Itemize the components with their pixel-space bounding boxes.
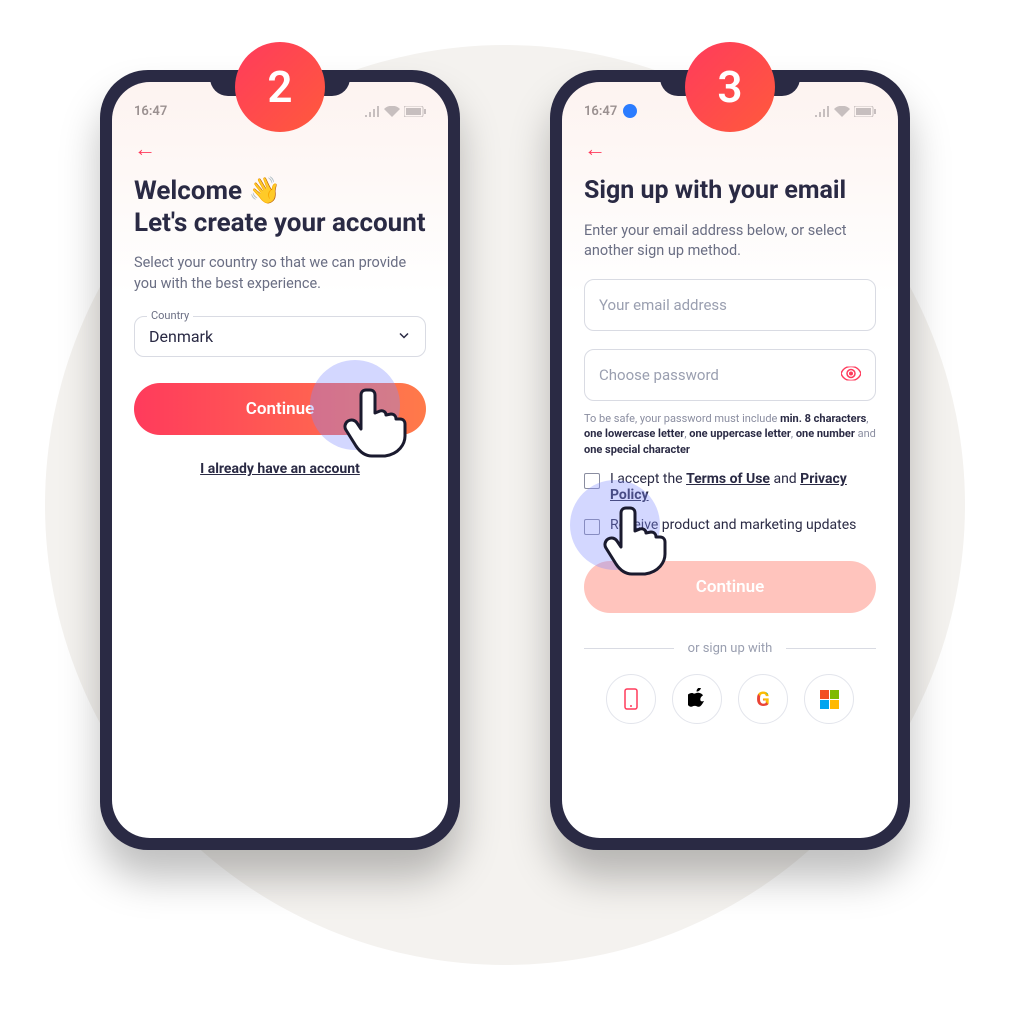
already-have-account-link[interactable]: I already have an account	[134, 461, 426, 477]
signup-google-button[interactable]: G	[738, 674, 788, 724]
status-icons	[814, 106, 876, 117]
status-icons	[364, 106, 426, 117]
chevron-down-icon	[397, 327, 411, 346]
step-badge-3: 3	[685, 42, 775, 132]
back-button[interactable]: ←	[134, 136, 162, 162]
email-placeholder: Your email address	[599, 296, 727, 314]
country-select[interactable]: Country Denmark	[134, 316, 426, 357]
back-button[interactable]: ←	[584, 136, 612, 162]
phone-frame: 16:47 ← Sign up with your email Enter yo…	[550, 70, 910, 850]
phone-step-3: 3 16:47 ← Sign up with your email Enter …	[550, 70, 910, 850]
touch-indicator	[310, 360, 400, 450]
page-subtitle: Select your country so that we can provi…	[134, 253, 426, 294]
microsoft-icon	[820, 690, 839, 709]
password-placeholder: Choose password	[599, 366, 719, 384]
status-time: 16:47	[584, 104, 617, 119]
signup-phone-button[interactable]	[606, 674, 656, 724]
signup-microsoft-button[interactable]	[804, 674, 854, 724]
social-signup-row: G	[584, 674, 876, 724]
step-badge-2: 2	[235, 42, 325, 132]
touch-indicator	[570, 480, 660, 570]
continue-button[interactable]: Continue	[584, 561, 876, 613]
phone-frame: 16:47 ← Welcome 👋 Let's create your acco…	[100, 70, 460, 850]
status-time: 16:47	[134, 104, 167, 119]
show-password-icon[interactable]	[841, 365, 861, 386]
email-input[interactable]: Your email address	[584, 279, 876, 331]
country-value: Denmark	[149, 327, 213, 346]
phone-screen-right: 16:47 ← Sign up with your email Enter yo…	[562, 82, 898, 838]
country-label: Country	[147, 309, 193, 322]
signup-apple-button[interactable]	[672, 674, 722, 724]
password-hint: To be safe, your password must include m…	[584, 411, 876, 457]
phone-screen-left: 16:47 ← Welcome 👋 Let's create your acco…	[112, 82, 448, 838]
signup-divider: or sign up with	[584, 641, 876, 656]
page-title: Welcome 👋 Let's create your account	[134, 176, 426, 239]
phone-step-2: 2 16:47 ← Welcome 👋 Let's create your ac…	[100, 70, 460, 850]
terms-of-use-link[interactable]: Terms of Use	[686, 471, 770, 487]
page-title: Sign up with your email	[584, 176, 876, 207]
password-input[interactable]: Choose password	[584, 349, 876, 401]
page-subtitle: Enter your email address below, or selec…	[584, 221, 876, 262]
location-icon	[623, 104, 637, 118]
